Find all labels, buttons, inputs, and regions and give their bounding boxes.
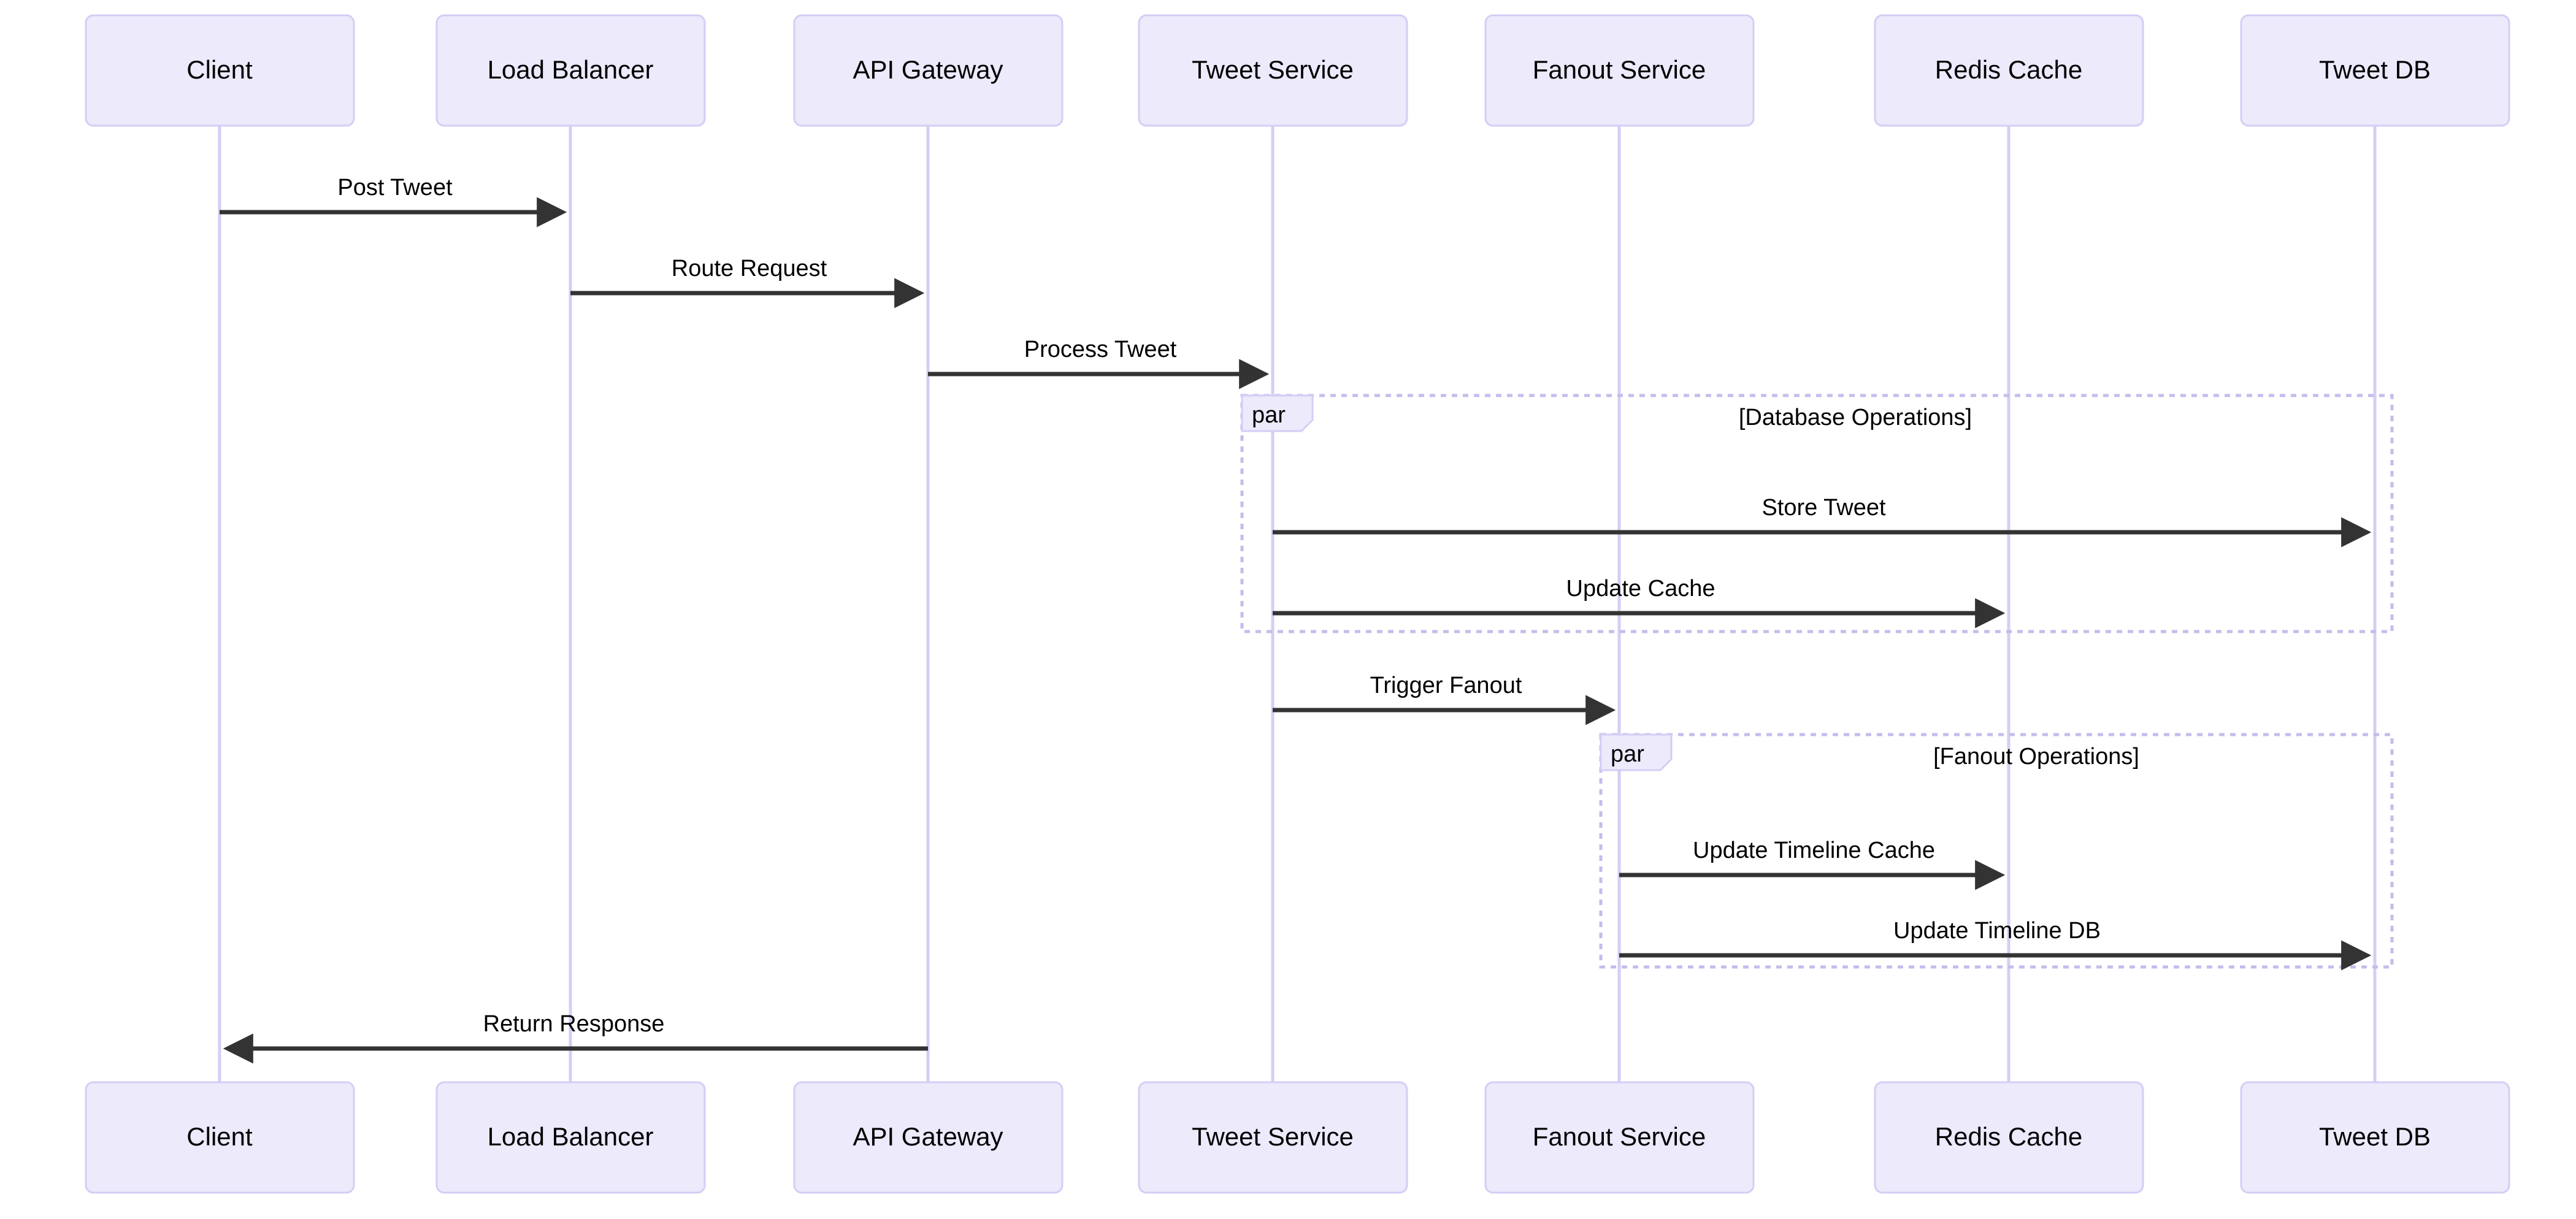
- participant-footer-redis[interactable]: Redis Cache: [1874, 1081, 2144, 1194]
- messages-layer: Post Tweet Route Request Process Tweet Stor…: [220, 175, 2372, 1064]
- message-1: Route Request: [570, 256, 925, 308]
- message-label: Update Cache: [1566, 576, 1715, 602]
- message-label: Update Timeline Cache: [1693, 838, 1935, 863]
- sequence-diagram-svg: par [Database Operations] par [Fanout Opera…: [85, 14, 2510, 1194]
- message-0: Post Tweet: [220, 175, 567, 227]
- fragment-keyword: par: [1252, 402, 1286, 428]
- participant-label: API Gateway: [853, 55, 1003, 84]
- participant-header-lb[interactable]: Load Balancer: [435, 14, 706, 127]
- message-2: Process Tweet: [928, 337, 1270, 389]
- message-label: Return Response: [483, 1011, 665, 1037]
- participant-label: Tweet DB: [2319, 55, 2431, 84]
- message-label: Route Request: [672, 256, 827, 281]
- participant-footer-client[interactable]: Client: [85, 1081, 355, 1194]
- participant-label: Redis Cache: [1935, 1122, 2082, 1151]
- participant-label: Fanout Service: [1533, 1122, 1706, 1151]
- participant-label: Redis Cache: [1935, 55, 2082, 84]
- fragment-keyword: par: [1611, 741, 1644, 767]
- participant-label: Tweet Service: [1192, 1122, 1354, 1151]
- message-label: Update Timeline DB: [1893, 918, 2101, 944]
- message-5: Trigger Fanout: [1273, 673, 1616, 725]
- participant-footer-tweetsvc[interactable]: Tweet Service: [1138, 1081, 1408, 1194]
- message-label: Store Tweet: [1761, 495, 1886, 521]
- message-4: Update Cache: [1273, 576, 2006, 629]
- participant-footer-fanout[interactable]: Fanout Service: [1484, 1081, 1755, 1194]
- participant-header-redis[interactable]: Redis Cache: [1874, 14, 2144, 127]
- sequence-diagram-canvas: par [Database Operations] par [Fanout Opera…: [0, 0, 2576, 1219]
- participant-header-client[interactable]: Client: [85, 14, 355, 127]
- participant-label: Load Balancer: [488, 55, 654, 84]
- message-6: Update Timeline Cache: [1619, 838, 2006, 890]
- participant-footer-gateway[interactable]: API Gateway: [793, 1081, 1064, 1194]
- message-3: Store Tweet: [1273, 495, 2372, 548]
- participant-label: Client: [186, 55, 253, 84]
- participant-label: Tweet DB: [2319, 1122, 2431, 1151]
- participant-footer-lb[interactable]: Load Balancer: [435, 1081, 706, 1194]
- participant-header-tweetdb[interactable]: Tweet DB: [2240, 14, 2510, 127]
- message-8: Return Response: [223, 1011, 928, 1064]
- participant-label: Load Balancer: [488, 1122, 654, 1151]
- fragment-title: [Fanout Operations]: [1933, 744, 2139, 770]
- message-label: Trigger Fanout: [1370, 673, 1522, 698]
- participant-label: Client: [186, 1122, 253, 1151]
- fragment-title: [Database Operations]: [1739, 405, 1972, 430]
- message-label: Process Tweet: [1024, 337, 1177, 362]
- participant-header-fanout[interactable]: Fanout Service: [1484, 14, 1755, 127]
- participant-label: Fanout Service: [1533, 55, 1706, 84]
- participant-label: Tweet Service: [1192, 55, 1354, 84]
- message-7: Update Timeline DB: [1619, 918, 2372, 971]
- participant-header-tweetsvc[interactable]: Tweet Service: [1138, 14, 1408, 127]
- participant-label: API Gateway: [853, 1122, 1003, 1151]
- participant-footer-tweetdb[interactable]: Tweet DB: [2240, 1081, 2510, 1194]
- message-label: Post Tweet: [337, 175, 453, 201]
- participant-header-gateway[interactable]: API Gateway: [793, 14, 1064, 127]
